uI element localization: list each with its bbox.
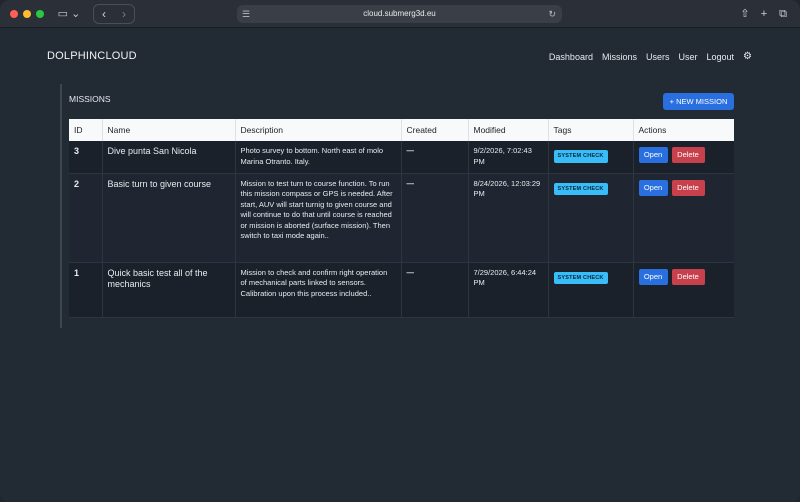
nav-missions[interactable]: Missions bbox=[602, 52, 637, 62]
reload-icon[interactable]: ↻ bbox=[548, 6, 556, 22]
missions-title: MISSIONS bbox=[69, 94, 111, 104]
mission-id: 1 bbox=[69, 262, 103, 318]
mission-tags: SYSTEM CHECK bbox=[548, 173, 634, 263]
tag-badge: SYSTEM CHECK bbox=[553, 271, 608, 284]
browser-titlebar: ▭ ⌄ ‹ › ☰ cloud.submerg3d.eu ↻ ⇧ + ⧉ bbox=[0, 0, 800, 28]
missions-table: ID Name Description Created Modified Tag… bbox=[69, 119, 734, 318]
mission-name: Dive punta San Nicola bbox=[102, 141, 236, 174]
mission-created: — bbox=[401, 262, 469, 318]
brand-logo[interactable]: DOLPHINCLOUD bbox=[47, 50, 137, 62]
table-header-row: ID Name Description Created Modified Tag… bbox=[69, 119, 734, 141]
mission-actions: Open Delete bbox=[633, 173, 734, 263]
open-button[interactable]: Open bbox=[638, 268, 668, 285]
delete-button[interactable]: Delete bbox=[671, 147, 705, 163]
sidebar-toggle-icon[interactable]: ▭ ⌄ bbox=[54, 6, 84, 22]
mission-tags: SYSTEM CHECK bbox=[548, 141, 634, 174]
mission-created: — bbox=[401, 141, 469, 174]
mission-id: 2 bbox=[69, 173, 103, 263]
mission-name: Quick basic test all of the mechanics bbox=[102, 262, 236, 318]
share-icon[interactable]: ⇧ bbox=[737, 6, 753, 22]
gear-icon[interactable]: ⚙ bbox=[743, 51, 752, 62]
mission-description: Mission to test turn to course function.… bbox=[235, 173, 402, 263]
mission-description: Mission to check and confirm right opera… bbox=[235, 262, 402, 318]
missions-panel: MISSIONS + NEW MISSION ID Name Descripti… bbox=[60, 84, 740, 328]
new-tab-icon[interactable]: + bbox=[756, 6, 772, 22]
forward-icon[interactable]: › bbox=[114, 6, 134, 22]
nav-user[interactable]: User bbox=[678, 52, 697, 62]
open-button[interactable]: Open bbox=[638, 147, 668, 163]
column-header-name[interactable]: Name bbox=[102, 119, 236, 141]
mission-actions: Open Delete bbox=[633, 141, 734, 174]
address-url: cloud.submerg3d.eu bbox=[363, 9, 436, 18]
zoom-window-button[interactable] bbox=[36, 10, 44, 18]
nav-dashboard[interactable]: Dashboard bbox=[549, 52, 593, 62]
close-window-button[interactable] bbox=[10, 10, 18, 18]
back-icon[interactable]: ‹ bbox=[94, 6, 114, 22]
minimize-window-button[interactable] bbox=[23, 10, 31, 18]
mission-description: Photo survey to bottom. North east of mo… bbox=[235, 141, 402, 174]
mission-modified: 9/2/2026, 7:02:43 PM bbox=[468, 141, 549, 174]
mission-id: 3 bbox=[69, 141, 103, 174]
mission-created: — bbox=[401, 173, 469, 263]
delete-button[interactable]: Delete bbox=[671, 179, 705, 196]
address-bar[interactable]: ☰ cloud.submerg3d.eu ↻ bbox=[237, 5, 562, 23]
table-row: 3 Dive punta San Nicola Photo survey to … bbox=[69, 141, 734, 174]
mission-name: Basic turn to given course bbox=[102, 173, 236, 263]
open-button[interactable]: Open bbox=[638, 179, 668, 196]
delete-button[interactable]: Delete bbox=[671, 268, 705, 285]
table-row: 1 Quick basic test all of the mechanics … bbox=[69, 262, 734, 318]
column-header-description[interactable]: Description bbox=[235, 119, 402, 141]
top-navigation: Dashboard Missions Users User Logout ⚙ bbox=[549, 51, 752, 62]
page-content: DOLPHINCLOUD Dashboard Missions Users Us… bbox=[0, 29, 800, 502]
column-header-actions: Actions bbox=[633, 119, 734, 141]
table-row: 2 Basic turn to given course Mission to … bbox=[69, 173, 734, 263]
history-nav: ‹ › bbox=[93, 4, 135, 24]
nav-users[interactable]: Users bbox=[646, 52, 670, 62]
column-header-created[interactable]: Created bbox=[401, 119, 469, 141]
tab-overview-icon[interactable]: ⧉ bbox=[775, 6, 791, 22]
tag-badge: SYSTEM CHECK bbox=[553, 182, 608, 195]
mission-actions: Open Delete bbox=[633, 262, 734, 318]
column-header-modified[interactable]: Modified bbox=[468, 119, 549, 141]
column-header-id[interactable]: ID bbox=[69, 119, 103, 141]
tag-badge: SYSTEM CHECK bbox=[553, 150, 608, 163]
mission-tags: SYSTEM CHECK bbox=[548, 262, 634, 318]
mission-modified: 7/29/2026, 6:44:24 PM bbox=[468, 262, 549, 318]
new-mission-button[interactable]: + NEW MISSION bbox=[663, 93, 734, 110]
mission-modified: 8/24/2026, 12:03:29 PM bbox=[468, 173, 549, 263]
browser-window: ▭ ⌄ ‹ › ☰ cloud.submerg3d.eu ↻ ⇧ + ⧉ DOL… bbox=[0, 0, 800, 502]
column-header-tags[interactable]: Tags bbox=[548, 119, 634, 141]
nav-logout[interactable]: Logout bbox=[707, 52, 735, 62]
